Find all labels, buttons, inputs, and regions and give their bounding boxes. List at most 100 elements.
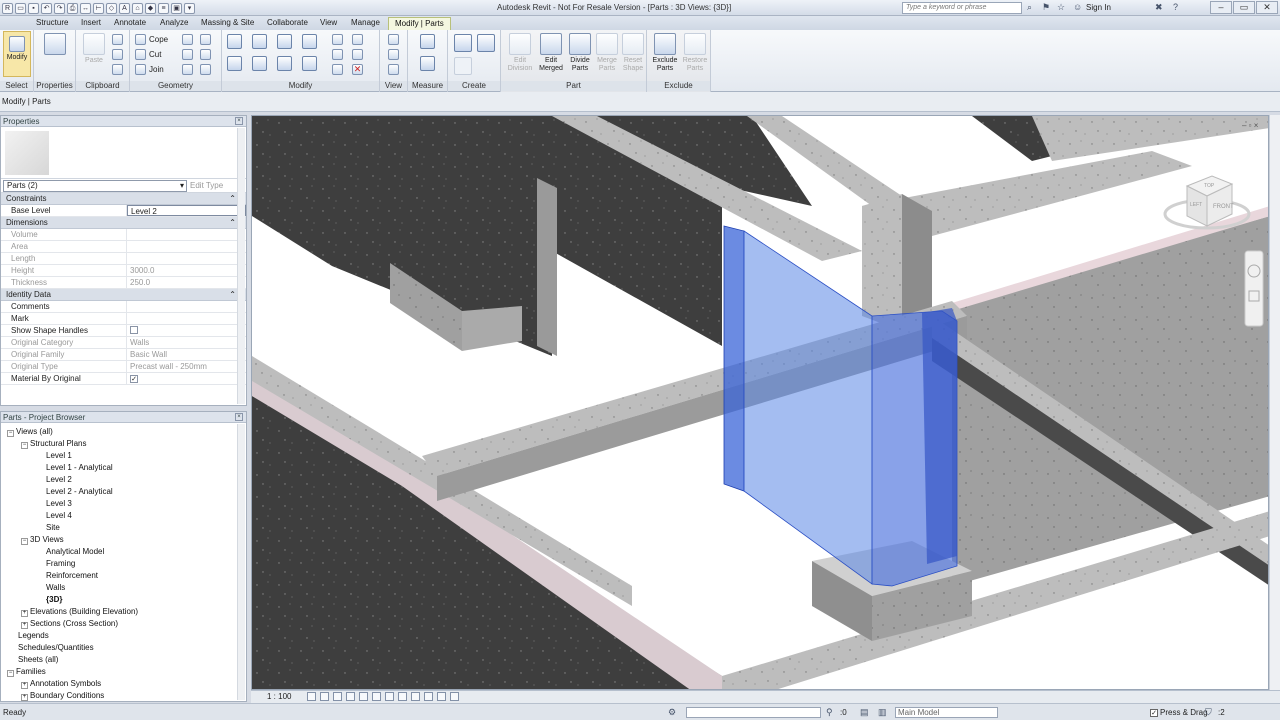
3d-viewport[interactable]: FRONT LEFT TOP ‒ ▫ ×	[251, 115, 1269, 690]
create-group-icon[interactable]	[454, 57, 472, 75]
crop-view-icon[interactable]	[372, 692, 381, 701]
dimension-icon[interactable]: ⊢	[93, 2, 104, 14]
filter-icon[interactable]: ⛉	[1205, 707, 1212, 718]
expand-icon[interactable]: +	[21, 682, 28, 689]
close-icon[interactable]: ×	[235, 117, 243, 125]
browser-tree-item[interactable]: Walls	[35, 582, 65, 593]
worksets-icon[interactable]: ⚙	[668, 707, 676, 718]
sun-path-icon[interactable]	[333, 692, 342, 701]
3d-view-icon[interactable]: ⌂	[132, 2, 143, 14]
browser-tree-item[interactable]: Sheets (all)	[7, 654, 58, 665]
collapse-icon[interactable]: −	[7, 430, 14, 437]
restore-parts-button[interactable]: Restore Parts	[680, 33, 710, 73]
property-row[interactable]: Area	[1, 241, 246, 253]
browser-tree-item[interactable]: Level 2	[35, 474, 72, 485]
properties-scrollbar[interactable]	[237, 128, 245, 404]
tab-massing-site[interactable]: Massing & Site	[195, 17, 260, 30]
selected-part-1[interactable]	[743, 230, 873, 585]
view-scale[interactable]: 1 : 100	[267, 692, 291, 701]
rotate-icon[interactable]	[277, 56, 292, 71]
tab-modify-parts[interactable]: Modify | Parts	[388, 17, 451, 30]
browser-tree-item[interactable]: + Elevations (Building Elevation)	[21, 606, 138, 617]
editing-requests-icon[interactable]: ⚲	[826, 707, 833, 718]
close-icon[interactable]: ×	[235, 413, 243, 421]
wall-joins-icon[interactable]	[182, 64, 193, 75]
expand-icon[interactable]: +	[21, 694, 28, 701]
type-selector[interactable]: Parts (2)	[3, 179, 187, 192]
switch-windows-icon[interactable]: ▣	[171, 2, 182, 14]
print-icon[interactable]: ⎙	[67, 2, 78, 14]
property-row[interactable]: Show Shape Handles	[1, 325, 246, 337]
split-element-icon[interactable]	[332, 34, 343, 45]
expand-icon[interactable]: +	[21, 622, 28, 629]
aligned-dimension-icon[interactable]	[420, 56, 435, 71]
browser-scrollbar[interactable]	[237, 424, 245, 700]
qat-dropdown-icon[interactable]: ▾	[184, 2, 195, 14]
property-row[interactable]: Comments	[1, 301, 246, 313]
section-icon[interactable]: ◆	[145, 2, 156, 14]
property-value[interactable]	[127, 313, 246, 324]
tab-view[interactable]: View	[314, 17, 343, 30]
search-input[interactable]: Type a keyword or phrase	[902, 2, 1022, 14]
browser-tree-item[interactable]: + Boundary Conditions	[21, 690, 104, 701]
browser-tree-item[interactable]: Legends	[7, 630, 49, 641]
design-options-icon[interactable]: ▤	[860, 707, 869, 718]
browser-tree-item[interactable]: Site	[35, 522, 60, 533]
favorites-icon[interactable]: ☆	[1057, 2, 1065, 13]
viewport-scrollbar[interactable]	[1269, 115, 1280, 690]
property-row[interactable]: Original Family Basic Wall	[1, 349, 246, 361]
property-group-header[interactable]: Identity Data	[1, 289, 246, 301]
browser-tree-item[interactable]: Level 3	[35, 498, 72, 509]
design-option-selector[interactable]: Main Model	[895, 707, 998, 718]
exclude-options-icon[interactable]: ▥	[878, 707, 887, 718]
edit-merged-button[interactable]: Edit Merged	[536, 33, 566, 73]
maximize-button[interactable]: ▭	[1233, 1, 1255, 14]
measure-between-icon[interactable]	[420, 34, 435, 49]
create-assembly-icon[interactable]	[454, 34, 472, 52]
navigation-bar[interactable]	[1244, 250, 1264, 327]
active-workset-selector[interactable]	[686, 707, 821, 718]
mirror-draw-icon[interactable]	[302, 34, 317, 49]
paste-button[interactable]: Paste	[81, 33, 107, 65]
shadows-icon[interactable]	[346, 692, 355, 701]
tab-insert[interactable]: Insert	[75, 17, 107, 30]
property-row[interactable]: Thickness 250.0	[1, 277, 246, 289]
copy-icon[interactable]	[112, 49, 123, 60]
browser-tree-item[interactable]: Level 2 - Analytical	[35, 486, 113, 497]
browser-tree-item[interactable]: −3D Views	[21, 534, 64, 545]
hide-in-view-icon[interactable]	[388, 34, 399, 45]
paint-icon[interactable]	[182, 49, 193, 60]
open-icon[interactable]: ▭	[15, 2, 26, 14]
property-row[interactable]: Material By Original ✓	[1, 373, 246, 385]
property-row[interactable]: Volume	[1, 229, 246, 241]
temp-hide-icon[interactable]	[411, 692, 420, 701]
collapse-icon[interactable]: −	[7, 670, 14, 677]
tab-structure[interactable]: Structure	[30, 17, 74, 30]
property-value[interactable]: Level 2	[127, 205, 246, 216]
property-row[interactable]: Original Category Walls	[1, 337, 246, 349]
property-checkbox[interactable]: ✓	[130, 375, 138, 383]
tag-icon[interactable]: ◇	[106, 2, 117, 14]
create-parts-icon[interactable]	[477, 34, 495, 52]
detail-level-icon[interactable]	[307, 692, 316, 701]
close-button[interactable]: ✕	[1256, 1, 1278, 14]
property-row[interactable]: Base Level Level 2	[1, 205, 246, 217]
render-icon[interactable]	[359, 692, 368, 701]
browser-tree-item[interactable]: {3D}	[35, 594, 62, 605]
copy-element-icon[interactable]	[252, 56, 267, 71]
subscription-icon[interactable]: ⚑	[1042, 2, 1050, 13]
tab-annotate[interactable]: Annotate	[108, 17, 152, 30]
delete-icon[interactable]: ✕	[352, 64, 363, 75]
scale-icon[interactable]	[332, 64, 343, 75]
undo-icon[interactable]: ↶	[41, 2, 52, 14]
exchange-icon[interactable]: ✖	[1155, 2, 1163, 13]
help-icon[interactable]: ?	[1173, 2, 1178, 12]
align-icon[interactable]	[227, 34, 242, 49]
minimize-button[interactable]: –	[1210, 1, 1232, 14]
browser-tree-item[interactable]: Level 4	[35, 510, 72, 521]
array-icon[interactable]	[332, 49, 343, 60]
tab-collaborate[interactable]: Collaborate	[261, 17, 314, 30]
user-icon[interactable]: ☺	[1073, 2, 1082, 12]
search-icon[interactable]: ⌕	[1027, 2, 1032, 13]
merge-parts-button[interactable]: Merge Parts	[594, 33, 620, 73]
